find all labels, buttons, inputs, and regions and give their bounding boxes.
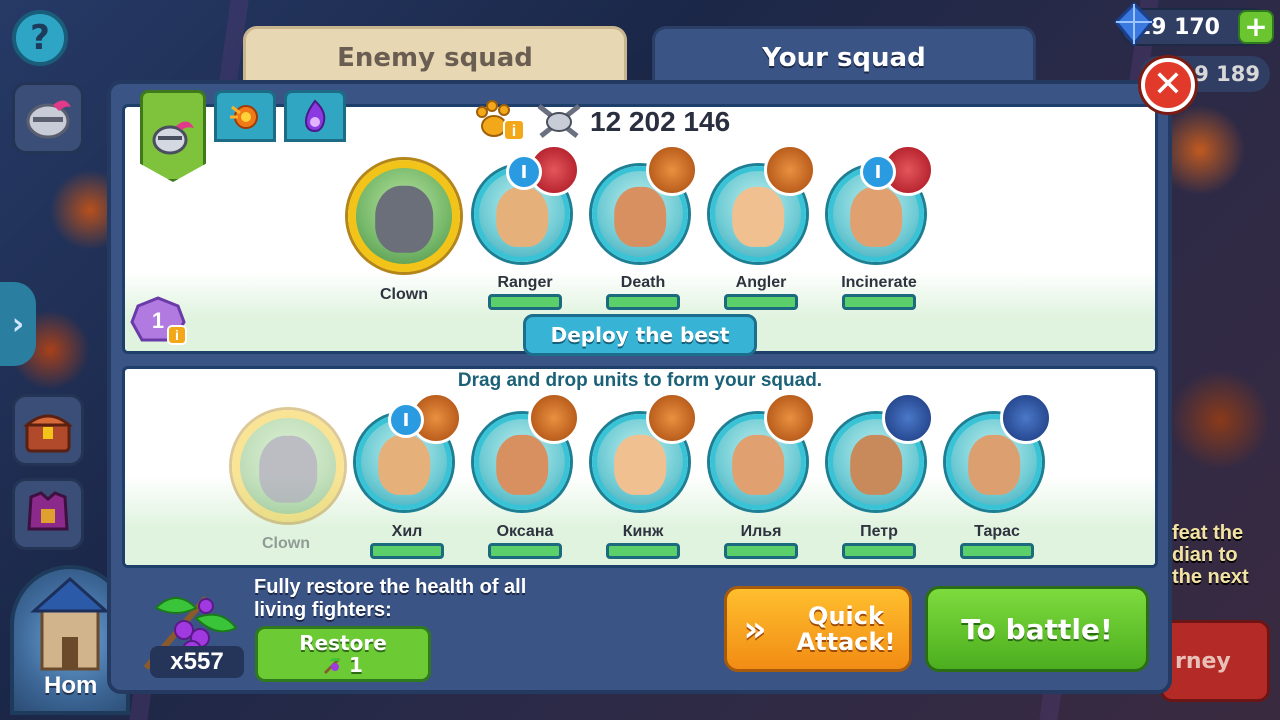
knight-helmet-icon xyxy=(152,121,194,155)
unit-face xyxy=(614,434,666,496)
filter-tab-magic[interactable] xyxy=(284,90,346,142)
restore-button-label: Restore xyxy=(299,631,387,655)
unit-health-bar xyxy=(606,543,680,559)
unit-health-bar xyxy=(842,543,916,559)
potion-count: x557 xyxy=(150,646,244,678)
rank-icon: I xyxy=(860,154,896,190)
fast-forward-icon: » xyxy=(743,608,767,650)
unit-face xyxy=(496,186,548,248)
unit-health-bar xyxy=(724,294,798,310)
unit-health-bar xyxy=(370,543,444,559)
fireball-icon xyxy=(230,105,258,129)
reserve-leader-portrait[interactable] xyxy=(232,410,344,522)
unit-name: Кинж xyxy=(622,523,664,540)
home-label: Hom xyxy=(44,672,98,699)
quick-attack-button[interactable]: » Quick Attack! xyxy=(724,586,912,672)
close-button[interactable]: ✕ xyxy=(1141,58,1195,112)
squad-level: 1 xyxy=(152,308,164,333)
restore-cost-value: 1 xyxy=(349,653,363,677)
svg-text:i: i xyxy=(175,327,179,343)
unit-name: Angler xyxy=(735,274,787,291)
raccoon-face xyxy=(375,185,433,253)
crossed-swords-icon xyxy=(537,104,581,138)
class-badge-icon xyxy=(646,144,698,196)
squad-power-value: 12 202 146 xyxy=(590,106,731,137)
rank-icon: I xyxy=(388,402,424,438)
unit-name: Илья xyxy=(740,523,782,540)
class-badge-icon xyxy=(764,392,816,444)
class-badge-icon xyxy=(882,392,934,444)
unit-face xyxy=(496,434,548,496)
chest-button[interactable] xyxy=(12,394,84,466)
unit-face xyxy=(732,434,784,496)
filter-tab-fire[interactable] xyxy=(214,90,276,142)
crystal-icon xyxy=(1113,2,1155,46)
unit-name: Ranger xyxy=(497,274,553,291)
unit-name: Оксана xyxy=(496,523,554,540)
help-button[interactable]: ? xyxy=(12,10,68,66)
unit-name: Тарас xyxy=(974,523,1020,540)
unit-face xyxy=(850,434,902,496)
buy-gems-button[interactable]: + xyxy=(1238,10,1274,44)
unit-name: Incinerate xyxy=(841,274,917,291)
quest-promo-text: feat the dian to the next xyxy=(1172,522,1249,588)
unit-face xyxy=(968,434,1020,496)
unit-name: Петр xyxy=(860,523,898,540)
quick-attack-label: Quick Attack! xyxy=(796,602,896,656)
unit-health-bar xyxy=(488,543,562,559)
to-battle-button[interactable]: To battle! xyxy=(925,586,1149,672)
rank-icon: I xyxy=(506,154,542,190)
drag-drop-hint: Drag and drop units to form your squad. xyxy=(457,370,823,391)
expand-sidebar-arrow[interactable]: › xyxy=(0,282,36,366)
class-badge-icon xyxy=(528,392,580,444)
armor-button[interactable] xyxy=(12,478,84,550)
knight-helmet-icon xyxy=(26,100,71,139)
paw-info-icon[interactable]: i xyxy=(472,98,526,142)
journey-button[interactable]: rney xyxy=(1160,620,1270,702)
unit-face xyxy=(732,186,784,248)
unit-face xyxy=(614,186,666,248)
unit-health-bar xyxy=(488,294,562,310)
tab-enemy-squad[interactable]: Enemy squad xyxy=(243,26,627,86)
tab-your-squad[interactable]: Your squad xyxy=(652,26,1036,86)
unit-health-bar xyxy=(842,294,916,310)
unit-health-bar xyxy=(606,294,680,310)
restore-button[interactable]: Restore 1 xyxy=(255,626,431,682)
unit-health-bar xyxy=(960,543,1034,559)
unit-name: Death xyxy=(620,274,666,291)
unit-name: Хил xyxy=(391,523,423,540)
reserve-leader-name: Clown xyxy=(262,535,310,552)
raccoon-face xyxy=(259,435,317,503)
class-badge-icon xyxy=(646,392,698,444)
deploy-best-button[interactable]: Deploy the best xyxy=(523,314,757,356)
svg-text:i: i xyxy=(512,123,516,140)
knight-helmet-button[interactable] xyxy=(12,82,84,154)
magic-flame-icon xyxy=(304,99,326,133)
restore-cost: 1 xyxy=(323,654,363,676)
leader-portrait[interactable] xyxy=(348,160,460,272)
unit-face xyxy=(850,186,902,248)
healing-branch-icon xyxy=(323,657,342,675)
treasure-chest-icon xyxy=(22,414,74,453)
class-badge-icon xyxy=(764,144,816,196)
filter-tab-heroes[interactable] xyxy=(140,90,206,182)
unit-face xyxy=(378,434,430,496)
level-info-badge[interactable]: 1 i xyxy=(128,296,188,348)
class-badge-icon xyxy=(1000,392,1052,444)
restore-description: Fully restore the health of all living f… xyxy=(254,576,527,621)
leader-name: Clown xyxy=(380,286,428,303)
unit-health-bar xyxy=(724,543,798,559)
chestplate-icon xyxy=(27,491,69,531)
